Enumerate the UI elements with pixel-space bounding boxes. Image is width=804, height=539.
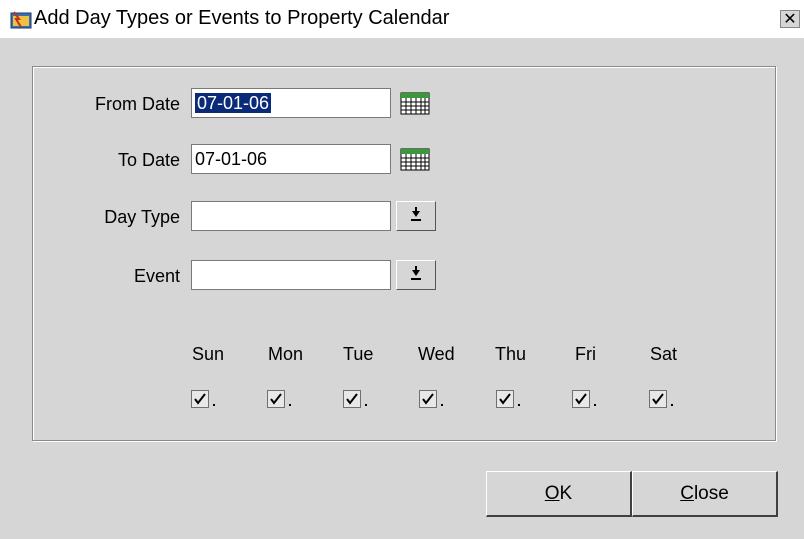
day-type-dropdown-button[interactable] xyxy=(396,201,436,231)
day-label-tue: Tue xyxy=(343,344,374,364)
checkbox-focus-dot xyxy=(671,404,673,406)
checkbox-focus-dot xyxy=(213,404,215,406)
checkmark-icon xyxy=(194,393,206,405)
from-date-label: From Date xyxy=(94,94,180,114)
checkbox-wed[interactable] xyxy=(419,390,437,408)
day-label-sun: Sun xyxy=(192,344,225,364)
from-date-value: 07-01-06 xyxy=(195,93,272,113)
checkbox-focus-dot xyxy=(441,404,443,406)
calendar-icon[interactable] xyxy=(398,89,432,117)
dropdown-arrow-icon xyxy=(411,207,421,221)
checkbox-focus-dot xyxy=(289,404,291,406)
checkbox-sun[interactable] xyxy=(191,390,209,408)
checkbox-sat[interactable] xyxy=(649,390,667,408)
event-label: Event xyxy=(133,266,180,286)
title-bar: Add Day Types or Events to Property Cale… xyxy=(0,0,804,38)
ok-label-rest: K xyxy=(559,483,573,504)
checkbox-thu[interactable] xyxy=(496,390,514,408)
close-button[interactable]: Close xyxy=(632,471,778,517)
checkmark-icon xyxy=(270,393,282,405)
day-type-field[interactable] xyxy=(191,201,391,231)
day-label-fri: Fri xyxy=(575,344,596,364)
close-mnemonic: C xyxy=(680,483,694,504)
event-dropdown-button[interactable] xyxy=(396,260,436,290)
checkbox-mon[interactable] xyxy=(267,390,285,408)
form-group-box xyxy=(32,66,776,441)
checkbox-focus-dot xyxy=(365,404,367,406)
calendar-icon[interactable] xyxy=(398,145,432,173)
day-label-sat: Sat xyxy=(650,344,678,364)
close-label-rest: lose xyxy=(693,483,729,504)
checkmark-icon xyxy=(422,393,434,405)
checkbox-focus-dot xyxy=(594,404,596,406)
window-title: Add Day Types or Events to Property Cale… xyxy=(34,7,450,29)
close-icon: ✕ xyxy=(783,11,797,28)
checkmark-icon xyxy=(346,393,358,405)
checkmark-icon xyxy=(499,393,511,405)
event-field[interactable] xyxy=(191,260,391,290)
to-date-label: To Date xyxy=(117,150,180,170)
add-day-types-dialog: Add Day Types or Events to Property Cale… xyxy=(0,0,804,539)
app-window-icon xyxy=(10,11,32,29)
window-close-button[interactable]: ✕ xyxy=(780,10,800,28)
day-label-thu: Thu xyxy=(495,344,527,364)
dropdown-arrow-icon xyxy=(411,266,421,280)
checkmark-icon xyxy=(652,393,664,405)
day-label-wed: Wed xyxy=(418,344,455,364)
ok-mnemonic: O xyxy=(544,483,560,504)
day-label-mon: Mon xyxy=(268,344,304,364)
from-date-field[interactable]: 07-01-06 xyxy=(191,88,391,118)
day-type-label: Day Type xyxy=(104,207,180,227)
to-date-field[interactable]: 07-01-06 xyxy=(191,144,391,174)
checkbox-fri[interactable] xyxy=(572,390,590,408)
to-date-value: 07-01-06 xyxy=(195,149,268,169)
checkbox-focus-dot xyxy=(518,404,520,406)
checkmark-icon xyxy=(575,393,587,405)
checkbox-tue[interactable] xyxy=(343,390,361,408)
ok-button[interactable]: OK xyxy=(486,471,632,517)
